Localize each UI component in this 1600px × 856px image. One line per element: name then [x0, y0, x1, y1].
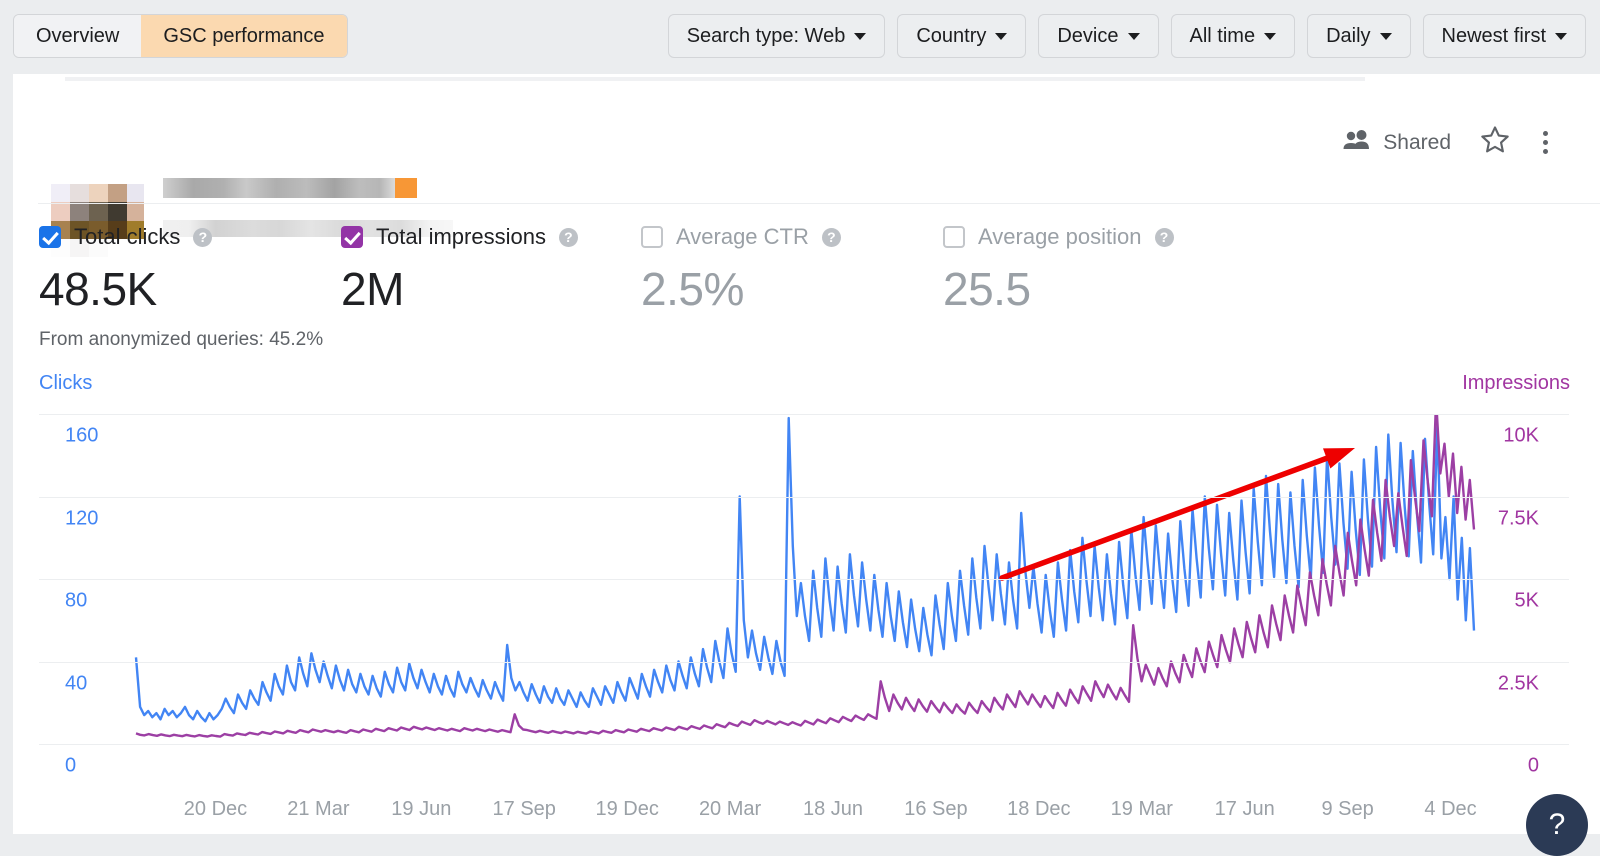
y-axis-right-tick: 10K: [1503, 424, 1539, 447]
metric-total-clicks-value: 48.5K: [39, 263, 157, 315]
property-actions: Shared: [1343, 124, 1552, 161]
total-clicks-checkbox[interactable]: [39, 226, 61, 248]
metric-total-impressions-head: Total impressions ?: [341, 224, 578, 250]
filter-date-range-label: All time: [1189, 24, 1256, 47]
help-fab-button[interactable]: ?: [1526, 794, 1588, 856]
top-toolbar: Overview GSC performance Search type: We…: [0, 0, 1600, 72]
chevron-down-icon: [1264, 32, 1277, 40]
impressions-axis-title: Impressions: [1462, 372, 1570, 394]
filter-bar: Search type: Web Country Device All time…: [667, 14, 1586, 58]
filter-country-label: Country: [916, 24, 987, 47]
help-icon[interactable]: ?: [1154, 227, 1174, 247]
metric-total-impressions-label: Total impressions: [376, 224, 546, 249]
chart-plot-area: 0 0 40 2.5K 80 5K 120 7.5K 160 10K 20 Dec 21 Mar 19 …: [39, 414, 1569, 820]
chevron-down-icon: [1127, 32, 1140, 40]
x-axis-tick: 19 Jun: [391, 798, 452, 820]
y-axis-right-tick: 0: [1527, 754, 1539, 777]
x-axis-tick: 19 Mar: [1110, 798, 1173, 820]
filter-granularity-label: Daily: [1326, 24, 1371, 47]
filter-country[interactable]: Country: [897, 14, 1027, 58]
property-title-redacted: [163, 178, 415, 198]
average-position-checkbox[interactable]: [943, 226, 965, 248]
clicks-axis-title: Clicks: [39, 372, 93, 394]
filter-search-type-label: Search type: Web: [686, 24, 846, 47]
x-axis-tick: 9 Sep: [1321, 798, 1374, 820]
metric-average-ctr-value: 2.5%: [641, 263, 744, 315]
total-impressions-checkbox[interactable]: [341, 226, 363, 248]
star-icon[interactable]: [1479, 124, 1511, 161]
filter-granularity[interactable]: Daily: [1307, 14, 1411, 58]
y-axis-left-tick: 80: [65, 589, 88, 612]
shared-label: Shared: [1383, 130, 1451, 154]
x-axis-tick: 20 Mar: [698, 798, 762, 820]
metric-total-clicks[interactable]: Total clicks ? 48.5K: [39, 224, 213, 315]
filter-sort-order[interactable]: Newest first: [1422, 14, 1586, 58]
y-axis-right-tick: 2.5K: [1497, 672, 1539, 694]
help-icon[interactable]: ?: [558, 227, 578, 247]
metric-average-position-head: Average position ?: [943, 224, 1174, 250]
chevron-down-icon: [1379, 32, 1392, 40]
property-accent-badge: [395, 178, 417, 198]
performance-chart: Clicks Impressions 0 0 40 2.5K 80 5K 120 7.5K 16…: [13, 372, 1600, 820]
chevron-down-icon: [1555, 32, 1567, 40]
x-axis-tick: 18 Dec: [1007, 798, 1071, 820]
metric-total-clicks-head: Total clicks ?: [39, 224, 213, 250]
tab-overview[interactable]: Overview: [14, 15, 142, 57]
filter-device[interactable]: Device: [1038, 14, 1159, 58]
chart-series-clicks: [134, 416, 1476, 723]
view-tabs: Overview GSC performance: [13, 14, 348, 58]
chart-gridline: [39, 414, 1569, 415]
header-divider: [38, 203, 1600, 204]
more-options-icon[interactable]: [1539, 127, 1552, 158]
chevron-down-icon: [995, 32, 1008, 40]
metric-average-ctr-label: Average CTR: [676, 224, 809, 249]
y-axis-left-tick: 0: [65, 754, 77, 777]
help-icon[interactable]: ?: [193, 227, 213, 247]
x-axis-tick: 20 Dec: [183, 798, 248, 820]
y-axis-left-tick: 120: [65, 507, 99, 529]
x-axis-tick: 4 Dec: [1424, 798, 1477, 820]
y-axis-left-tick: 40: [65, 672, 88, 694]
x-axis-tick: 16 Sep: [904, 798, 968, 820]
x-axis-tick: 17 Jun: [1214, 798, 1275, 820]
metric-average-ctr[interactable]: Average CTR ? 2.5%: [641, 224, 841, 312]
metric-average-position-label: Average position: [978, 224, 1142, 249]
metric-average-position[interactable]: Average position ? 25.5: [943, 224, 1174, 312]
average-ctr-checkbox[interactable]: [641, 226, 663, 248]
filter-date-range[interactable]: All time: [1170, 14, 1296, 58]
filter-sort-order-label: Newest first: [1441, 24, 1546, 47]
y-axis-right-tick: 5K: [1514, 589, 1539, 612]
y-axis-left-tick: 160: [65, 424, 99, 447]
chart-gridline: [39, 579, 1569, 580]
metric-total-impressions-value: 2M: [341, 263, 404, 315]
filter-device-label: Device: [1057, 24, 1119, 47]
help-icon[interactable]: ?: [821, 227, 841, 247]
people-icon: [1343, 129, 1371, 156]
x-axis-tick: 21 Mar: [287, 798, 350, 820]
chevron-down-icon: [854, 32, 867, 40]
shared-button[interactable]: Shared: [1343, 129, 1451, 156]
anonymized-queries-note: From anonymized queries: 45.2%: [39, 329, 324, 350]
metric-average-position-value: 25.5: [943, 263, 1031, 315]
tab-gsc-performance[interactable]: GSC performance: [141, 15, 347, 57]
chart-gridline: [39, 744, 1569, 745]
metric-total-impressions[interactable]: Total impressions ? 2M: [341, 224, 578, 312]
metric-average-ctr-head: Average CTR ?: [641, 224, 841, 250]
chart-gridline: [39, 661, 1569, 663]
y-axis-right-tick: 7.5K: [1497, 507, 1539, 529]
chart-gridline: [39, 496, 1569, 498]
x-axis-tick: 17 Sep: [492, 798, 556, 820]
metric-total-clicks-label: Total clicks: [74, 224, 181, 249]
header-top-strip: [65, 77, 1365, 81]
filter-search-type[interactable]: Search type: Web: [667, 14, 886, 58]
x-axis-tick: 19 Dec: [595, 798, 659, 820]
x-axis-tick: 18 Jun: [802, 798, 864, 820]
property-header: Shared: [13, 74, 1600, 257]
gsc-performance-card: Shared Total clicks ? 48.5K Total impres…: [13, 74, 1600, 856]
